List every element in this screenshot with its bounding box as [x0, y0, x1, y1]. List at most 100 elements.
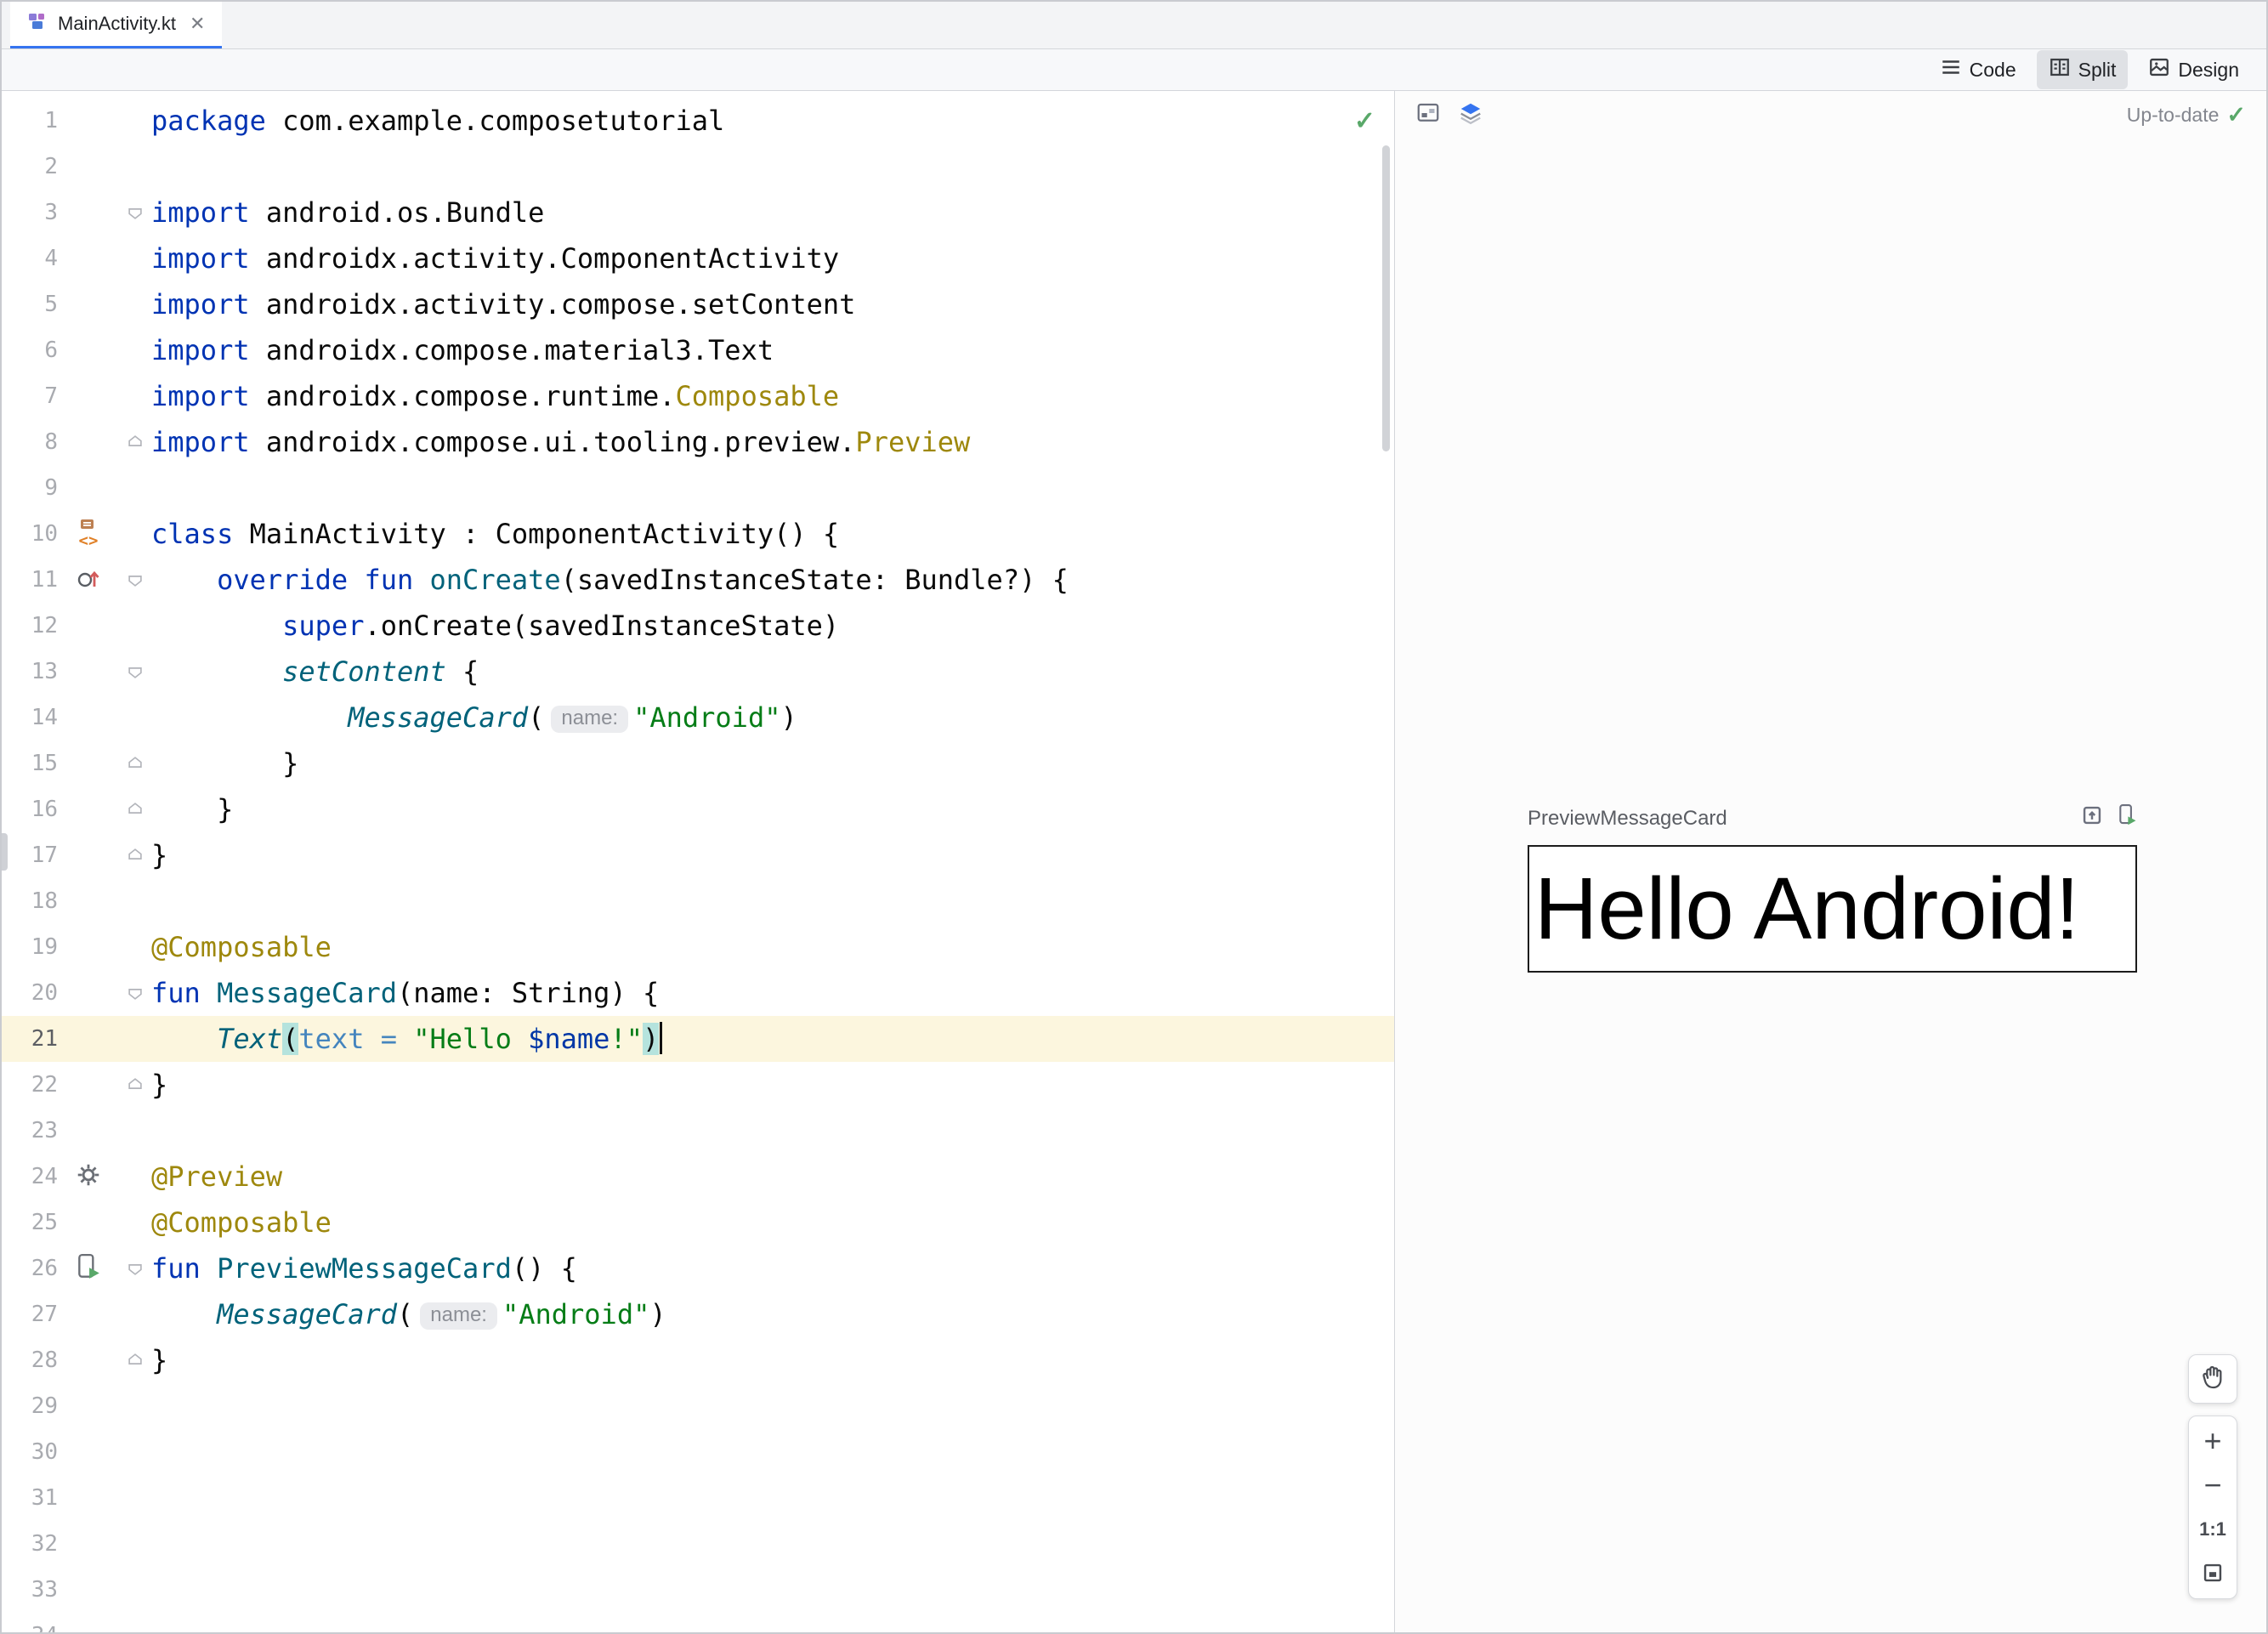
- code-line-3[interactable]: 3 import android.os.Bundle: [2, 190, 1394, 235]
- run-on-device-icon[interactable]: [2117, 803, 2137, 833]
- line-number[interactable]: 5: [2, 281, 58, 327]
- class-implementations-icon[interactable]: <>: [78, 519, 99, 550]
- line-number[interactable]: 17: [2, 832, 58, 878]
- gutter-icon-cell[interactable]: [58, 1253, 119, 1285]
- code-line-13[interactable]: 13 setContent {: [2, 649, 1394, 695]
- fold-marker[interactable]: [119, 1351, 151, 1370]
- editor-scrollbar[interactable]: [1382, 145, 1390, 451]
- zoom-in-button[interactable]: +: [2189, 1419, 2237, 1463]
- code-line-16[interactable]: 16 }: [2, 786, 1394, 832]
- line-number[interactable]: 25: [2, 1200, 58, 1245]
- line-number[interactable]: 16: [2, 786, 58, 832]
- code-line-32[interactable]: 32: [2, 1521, 1394, 1567]
- ui-check-mode-icon[interactable]: [1415, 100, 1441, 130]
- code-line-5[interactable]: 5 import androidx.activity.compose.setCon…: [2, 281, 1394, 327]
- code-line-21[interactable]: 21 Text(text = "Hello $name!"): [2, 1016, 1394, 1062]
- line-number[interactable]: 11: [2, 557, 58, 603]
- code-line-23[interactable]: 23: [2, 1108, 1394, 1154]
- code-line-18[interactable]: 18: [2, 878, 1394, 924]
- code-line-20[interactable]: 20 fun MessageCard(name: String) {: [2, 970, 1394, 1016]
- code-line-11[interactable]: 11 override fun onCreate(savedInstanceSt…: [2, 557, 1394, 603]
- line-number[interactable]: 30: [2, 1429, 58, 1475]
- line-number[interactable]: 18: [2, 878, 58, 924]
- line-number[interactable]: 27: [2, 1291, 58, 1337]
- fold-marker[interactable]: [119, 984, 151, 1002]
- line-number[interactable]: 3: [2, 190, 58, 235]
- code-line-9[interactable]: 9: [2, 465, 1394, 511]
- code-line-10[interactable]: 10 <> class MainActivity : ComponentActivi…: [2, 511, 1394, 557]
- pan-button[interactable]: [2188, 1354, 2237, 1404]
- line-number[interactable]: 14: [2, 695, 58, 740]
- line-number[interactable]: 26: [2, 1245, 58, 1291]
- line-number[interactable]: 1: [2, 98, 58, 144]
- code-line-24[interactable]: 24 @Preview: [2, 1154, 1394, 1200]
- line-number[interactable]: 2: [2, 144, 58, 190]
- line-number[interactable]: 4: [2, 235, 58, 281]
- code-line-28[interactable]: 28}: [2, 1337, 1394, 1383]
- code-line-7[interactable]: 7 import androidx.compose.runtime.Composa…: [2, 373, 1394, 419]
- line-number[interactable]: 12: [2, 603, 58, 649]
- line-number[interactable]: 24: [2, 1154, 58, 1200]
- split-view-button[interactable]: Split: [2036, 50, 2129, 89]
- code-line-8[interactable]: 8 import androidx.compose.ui.tooling.prev…: [2, 419, 1394, 465]
- code-line-12[interactable]: 12 super.onCreate(savedInstanceState): [2, 603, 1394, 649]
- line-number[interactable]: 15: [2, 740, 58, 786]
- fold-marker[interactable]: [119, 754, 151, 773]
- close-icon[interactable]: ✕: [190, 13, 205, 35]
- code-editor[interactable]: 1 package com.example.composetutorial 2 3 im…: [2, 91, 1395, 1632]
- code-line-1[interactable]: 1 package com.example.composetutorial: [2, 98, 1394, 144]
- line-number[interactable]: 23: [2, 1108, 58, 1154]
- code-line-17[interactable]: 17}: [2, 832, 1394, 878]
- line-number[interactable]: 13: [2, 649, 58, 695]
- code-line-6[interactable]: 6 import androidx.compose.material3.Text: [2, 327, 1394, 373]
- interactive-mode-icon[interactable]: [2081, 804, 2103, 832]
- line-number[interactable]: 28: [2, 1337, 58, 1383]
- overrides-method-icon[interactable]: [75, 565, 102, 596]
- line-number[interactable]: 33: [2, 1567, 58, 1613]
- gutter-icon-cell[interactable]: <>: [58, 519, 119, 550]
- code-line-4[interactable]: 4 import androidx.activity.ComponentActiv…: [2, 235, 1394, 281]
- fold-marker[interactable]: [119, 1075, 151, 1094]
- code-line-31[interactable]: 31: [2, 1475, 1394, 1521]
- code-line-30[interactable]: 30: [2, 1429, 1394, 1475]
- line-number[interactable]: 19: [2, 924, 58, 970]
- fold-marker[interactable]: [119, 846, 151, 865]
- fold-marker[interactable]: [119, 1259, 151, 1278]
- run-preview-icon[interactable]: [77, 1253, 100, 1285]
- fold-marker[interactable]: [119, 570, 151, 589]
- line-number[interactable]: 8: [2, 419, 58, 465]
- design-view-button[interactable]: Design: [2136, 50, 2251, 89]
- line-number[interactable]: 10: [2, 511, 58, 557]
- code-line-14[interactable]: 14 MessageCard(name: "Android"): [2, 695, 1394, 740]
- line-number[interactable]: 32: [2, 1521, 58, 1567]
- code-line-27[interactable]: 27 MessageCard(name: "Android"): [2, 1291, 1394, 1337]
- gutter-icon-cell[interactable]: [58, 1161, 119, 1193]
- line-number[interactable]: 22: [2, 1062, 58, 1108]
- fold-marker[interactable]: [119, 203, 151, 222]
- tool-window-stripe-handle[interactable]: [2, 833, 8, 871]
- gear-icon[interactable]: [75, 1161, 102, 1193]
- line-number[interactable]: 7: [2, 373, 58, 419]
- preview-render-surface[interactable]: Hello Android!: [1528, 845, 2137, 973]
- code-line-19[interactable]: 19 @Composable: [2, 924, 1394, 970]
- code-line-29[interactable]: 29: [2, 1383, 1394, 1429]
- code-line-34[interactable]: 34: [2, 1613, 1394, 1632]
- inspections-ok-icon[interactable]: ✓: [1354, 106, 1375, 136]
- fold-marker[interactable]: [119, 662, 151, 681]
- line-number[interactable]: 21: [2, 1016, 58, 1062]
- preview-name[interactable]: PreviewMessageCard: [1528, 807, 1727, 831]
- code-view-button[interactable]: Code: [1928, 50, 2028, 89]
- zoom-out-button[interactable]: −: [2189, 1463, 2237, 1507]
- code-line-33[interactable]: 33: [2, 1567, 1394, 1613]
- gutter-icon-cell[interactable]: [58, 565, 119, 596]
- line-number[interactable]: 31: [2, 1475, 58, 1521]
- line-number[interactable]: 34: [2, 1613, 58, 1632]
- zoom-actual-size-button[interactable]: 1:1: [2189, 1507, 2237, 1552]
- line-number[interactable]: 6: [2, 327, 58, 373]
- zoom-to-fit-button[interactable]: [2189, 1552, 2237, 1596]
- code-line-15[interactable]: 15 }: [2, 740, 1394, 786]
- layers-icon[interactable]: [1458, 100, 1483, 130]
- line-number[interactable]: 9: [2, 465, 58, 511]
- fold-marker[interactable]: [119, 800, 151, 819]
- fold-marker[interactable]: [119, 433, 151, 451]
